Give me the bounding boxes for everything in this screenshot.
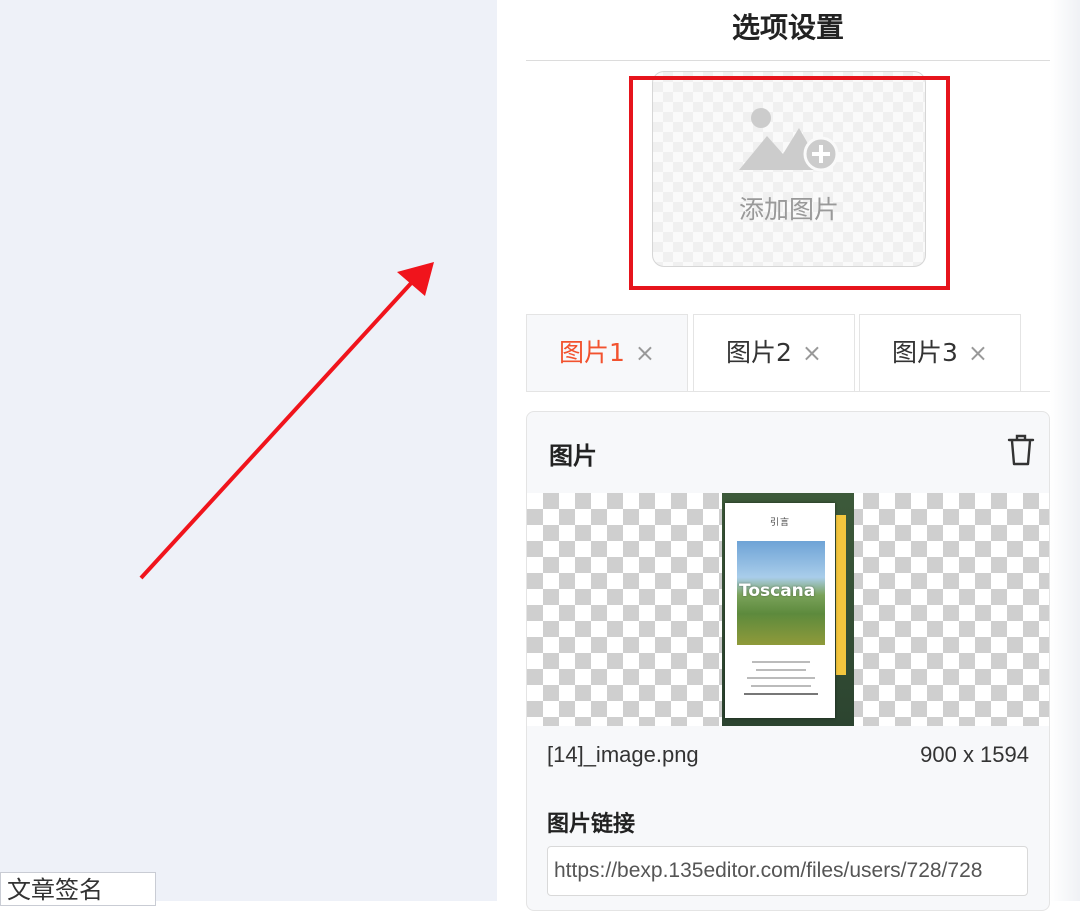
poster-text-lines: [739, 655, 823, 701]
tab-label: 图片3: [891, 338, 958, 367]
add-image-button[interactable]: 添加图片: [652, 71, 926, 267]
close-icon[interactable]: ×: [968, 339, 988, 367]
tab-label: 图片2: [725, 338, 792, 367]
image-link-label: 图片链接: [547, 812, 636, 837]
image-card: 图片 引言 Toscana [14]_image.png 900 x 1594 …: [526, 411, 1050, 911]
poster-photo: Toscana: [737, 541, 825, 645]
poster-page: 引言 Toscana: [725, 503, 835, 718]
card-title: 图片: [549, 442, 597, 470]
file-name: [14]_image.png: [547, 742, 699, 767]
tab-image-3[interactable]: 图片3 ×: [859, 314, 1021, 391]
poster-heading: 引言: [769, 518, 790, 528]
tab-label: 图片1: [558, 338, 625, 367]
poster-photo-text: Toscana: [739, 581, 816, 601]
add-image-label: 添加图片: [738, 195, 839, 224]
editor-canvas: [0, 0, 497, 901]
image-link-input[interactable]: [547, 846, 1028, 896]
tab-image-1[interactable]: 图片1 ×: [526, 314, 688, 391]
add-image-icon: [739, 108, 839, 172]
close-icon[interactable]: ×: [635, 339, 655, 367]
panel-edge: [1050, 0, 1080, 901]
close-icon[interactable]: ×: [802, 339, 822, 367]
preview-image: 引言 Toscana: [722, 493, 854, 726]
options-panel: 选项设置 添加图片 图片1 × 图片2 × 图片3 × 图片 引言 Toscan…: [497, 0, 1080, 911]
panel-title: 选项设置: [526, 0, 1050, 61]
image-tabs: 图片1 × 图片2 × 图片3 ×: [526, 314, 1050, 392]
image-preview: 引言 Toscana: [527, 493, 1049, 726]
image-dimensions: 900 x 1594: [920, 742, 1029, 767]
tab-image-2[interactable]: 图片2 ×: [693, 314, 855, 391]
trash-icon[interactable]: [1007, 434, 1035, 466]
poster-side-tabs: [836, 515, 846, 675]
